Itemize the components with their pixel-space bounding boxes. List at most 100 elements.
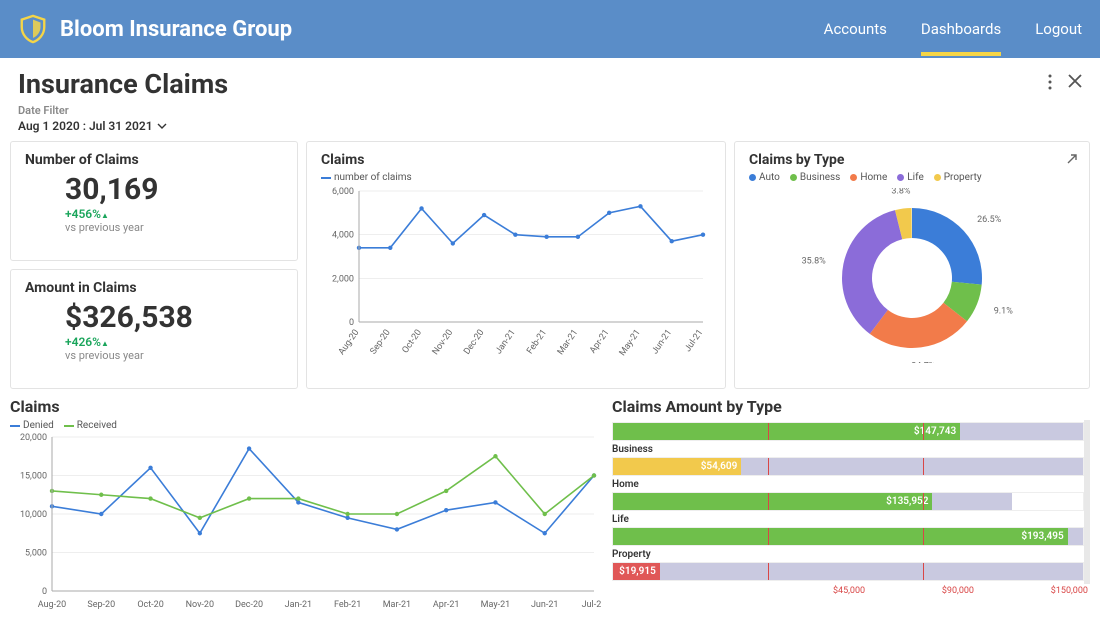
svg-text:2,000: 2,000 bbox=[332, 274, 354, 284]
svg-text:Aug-20: Aug-20 bbox=[337, 328, 362, 357]
svg-text:Oct-20: Oct-20 bbox=[401, 328, 424, 355]
chevron-down-icon bbox=[157, 123, 167, 129]
svg-text:Dec-20: Dec-20 bbox=[235, 600, 263, 610]
tick: $45,000 bbox=[833, 586, 865, 596]
svg-text:May-21: May-21 bbox=[481, 600, 511, 610]
row-label: Business bbox=[612, 444, 1084, 455]
svg-text:Jul-21: Jul-21 bbox=[582, 600, 602, 610]
expand-icon[interactable] bbox=[1065, 152, 1079, 170]
nav-dashboards[interactable]: Dashboards bbox=[921, 2, 1001, 56]
svg-text:Feb-21: Feb-21 bbox=[525, 328, 549, 356]
stacked-row: Home $135,952 bbox=[612, 479, 1084, 511]
legend-label: Business bbox=[800, 172, 840, 183]
svg-text:26.5%: 26.5% bbox=[977, 214, 1002, 224]
nav-logout[interactable]: Logout bbox=[1035, 2, 1082, 56]
svg-text:Nov-20: Nov-20 bbox=[186, 600, 214, 610]
more-icon[interactable] bbox=[1048, 74, 1052, 94]
brand-title: Bloom Insurance Group bbox=[60, 17, 292, 42]
legend-label: Home bbox=[860, 172, 887, 183]
scrollbar[interactable] bbox=[1084, 420, 1090, 584]
svg-text:15,000: 15,000 bbox=[20, 472, 47, 482]
svg-text:20,000: 20,000 bbox=[20, 433, 47, 443]
svg-text:Jun-21: Jun-21 bbox=[650, 328, 674, 356]
svg-text:Aug-20: Aug-20 bbox=[38, 600, 66, 610]
card-claims-by-type: Claims by Type Auto Business Home Life Prope… bbox=[734, 141, 1090, 389]
stacked-row: Property$19,915 bbox=[612, 549, 1084, 581]
stacked-row: Business $54,609 bbox=[612, 444, 1084, 476]
kpi-delta: +456%▲ bbox=[65, 207, 283, 221]
svg-text:35.8%: 35.8% bbox=[802, 256, 827, 266]
svg-text:Dec-20: Dec-20 bbox=[462, 328, 486, 357]
bar[interactable]: $54,609 bbox=[612, 457, 1084, 476]
kpi-amount-in-claims: Amount in Claims $326,538 +426%▲ vs prev… bbox=[10, 269, 298, 389]
x-axis-ticks: $45,000 $90,000 $150,000 bbox=[612, 586, 1090, 596]
svg-text:0: 0 bbox=[42, 587, 47, 597]
kpi-title: Number of Claims bbox=[25, 152, 283, 168]
svg-text:Apr-21: Apr-21 bbox=[588, 328, 611, 356]
donut-chart[interactable]: 26.5% 9.1% 24.7% 35.8% 3.8% bbox=[752, 188, 1072, 363]
svg-text:Jul-21: Jul-21 bbox=[683, 328, 705, 354]
date-filter-text: Aug 1 2020 : Jul 31 2021 bbox=[18, 119, 153, 133]
svg-text:4,000: 4,000 bbox=[332, 231, 354, 241]
claims-line-chart[interactable]: 0 2,000 4,000 6,000 Aug-20 Sep-20 Oct-20 Nov-20… bbox=[321, 185, 711, 370]
svg-text:May-21: May-21 bbox=[618, 328, 643, 358]
tick: $150,000 bbox=[1051, 586, 1088, 596]
svg-text:0: 0 bbox=[349, 318, 354, 328]
nav-accounts[interactable]: Accounts bbox=[824, 2, 887, 56]
row-label: Home bbox=[612, 479, 1084, 490]
date-filter-label: Date Filter bbox=[18, 104, 1082, 117]
card-claims-two-series: Claims Denied Received 05,00010,00015,00… bbox=[10, 397, 602, 617]
svg-text:Oct-20: Oct-20 bbox=[137, 600, 163, 610]
legend-label: Life bbox=[907, 172, 923, 183]
legend-label: Denied bbox=[23, 420, 54, 431]
kpi-value: 30,169 bbox=[65, 172, 283, 207]
svg-text:Feb-21: Feb-21 bbox=[334, 600, 361, 610]
card-title: Claims bbox=[321, 152, 711, 168]
tick: $90,000 bbox=[942, 586, 974, 596]
kpi-value: $326,538 bbox=[65, 300, 283, 335]
legend-label: number of claims bbox=[334, 172, 412, 183]
legend-label: Property bbox=[944, 172, 982, 183]
page-subheader: Insurance Claims bbox=[0, 58, 1100, 104]
date-filter: Date Filter Aug 1 2020 : Jul 31 2021 bbox=[0, 104, 1100, 141]
legend-label: Auto bbox=[759, 172, 780, 183]
kpi-sub: vs previous year bbox=[65, 221, 283, 234]
close-icon[interactable] bbox=[1068, 74, 1082, 94]
bar[interactable]: $135,952 bbox=[612, 492, 1084, 511]
stacked-row: Life $193,495 bbox=[612, 514, 1084, 546]
date-filter-value[interactable]: Aug 1 2020 : Jul 31 2021 bbox=[18, 119, 1082, 133]
row-label: Life bbox=[612, 514, 1084, 525]
kpi-sub: vs previous year bbox=[65, 349, 283, 362]
bar[interactable]: $193,495 bbox=[612, 527, 1084, 546]
card-claims-amount-by-type: Claims Amount by Type $147,743 Business $5… bbox=[612, 397, 1090, 617]
svg-text:Sep-20: Sep-20 bbox=[87, 600, 115, 610]
svg-text:Jan-21: Jan-21 bbox=[285, 600, 312, 610]
logo-icon bbox=[18, 14, 48, 44]
svg-text:24.7%: 24.7% bbox=[911, 361, 936, 363]
bar[interactable]: $147,743 bbox=[612, 422, 1084, 441]
svg-text:5,000: 5,000 bbox=[25, 549, 47, 559]
stacked-row: $147,743 bbox=[612, 422, 1084, 441]
legend: number of claims bbox=[321, 172, 711, 183]
card-title: Claims by Type bbox=[749, 152, 1075, 168]
kpi-delta: +426%▲ bbox=[65, 335, 283, 349]
stacked-bars[interactable]: $147,743 Business $54,609 Home $135,952 Life $… bbox=[612, 420, 1084, 584]
svg-text:3.8%: 3.8% bbox=[891, 188, 910, 197]
claims-two-line-chart[interactable]: 0 5,000 10,000 15,000 20,000 Aug-20 Sep-20 Oct-… bbox=[10, 433, 602, 613]
card-claims-line: Claims number of claims 0 2,000 4,000 6,000… bbox=[306, 141, 726, 389]
page-title: Insurance Claims bbox=[18, 68, 228, 100]
svg-text:Mar-21: Mar-21 bbox=[383, 600, 411, 610]
svg-text:Sep-20: Sep-20 bbox=[369, 328, 393, 356]
svg-text:6,000: 6,000 bbox=[332, 187, 354, 197]
svg-text:Nov-20: Nov-20 bbox=[431, 328, 456, 357]
svg-text:Mar-21: Mar-21 bbox=[556, 328, 580, 357]
bar[interactable]: $19,915 bbox=[612, 562, 1084, 581]
card-title: Claims Amount by Type bbox=[612, 397, 1090, 416]
kpi-title: Amount in Claims bbox=[25, 280, 283, 296]
svg-text:9.1%: 9.1% bbox=[994, 306, 1013, 316]
legend-label: Received bbox=[77, 420, 117, 431]
svg-text:Jun-21: Jun-21 bbox=[531, 600, 559, 610]
legend: Auto Business Home Life Property bbox=[749, 172, 1075, 183]
top-nav: Accounts Dashboards Logout bbox=[824, 2, 1082, 56]
svg-text:10,000: 10,000 bbox=[20, 510, 47, 520]
